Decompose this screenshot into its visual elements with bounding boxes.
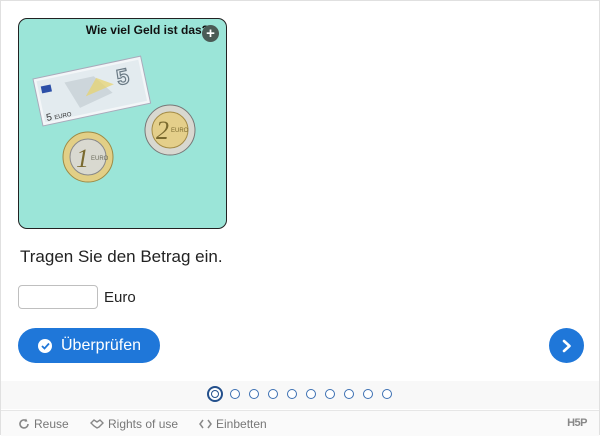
embed-label: Einbetten — [216, 417, 267, 431]
progress-dot-6[interactable] — [306, 389, 316, 399]
embed-link[interactable]: Einbetten — [199, 417, 267, 431]
progress-dot-10[interactable] — [382, 389, 392, 399]
coin-1-euro: 1 EURO — [62, 131, 114, 183]
progress-dot-8[interactable] — [344, 389, 354, 399]
next-button[interactable] — [549, 328, 584, 363]
progress-dot-7[interactable] — [325, 389, 335, 399]
h5p-logo[interactable]: H5P — [567, 417, 587, 429]
progress-dot-5[interactable] — [287, 389, 297, 399]
progress-dot-9[interactable] — [363, 389, 373, 399]
reuse-icon — [19, 418, 29, 429]
check-button[interactable]: Überprüfen — [18, 328, 160, 363]
chevron-right-icon — [562, 339, 571, 352]
rights-label: Rights of use — [108, 417, 179, 431]
progress-dot-3[interactable] — [249, 389, 259, 399]
task-instruction: Tragen Sie den Betrag ein. — [20, 247, 223, 266]
coin-2-euro: 2 EURO — [144, 104, 196, 156]
h5p-content-frame: Wie viel Geld ist das? + 5 5 EURO 2 EURO — [0, 0, 600, 436]
handshake-icon — [90, 419, 104, 429]
coin-1-value: 1 — [76, 144, 89, 173]
coin-2-currency: EURO — [171, 128, 189, 134]
check-icon — [38, 338, 52, 353]
progress-dot-4[interactable] — [268, 389, 278, 399]
unit-label: Euro — [104, 289, 136, 306]
rights-of-use-link[interactable]: Rights of use — [90, 417, 178, 431]
progress-dot-2[interactable] — [230, 389, 240, 399]
code-icon — [199, 419, 212, 429]
progress-dot-1[interactable] — [207, 386, 223, 402]
reuse-link[interactable]: Reuse — [18, 417, 69, 431]
footer-bar: Reuse Rights of use Einbetten H5P — [1, 410, 599, 436]
coin-2-value: 2 — [156, 116, 169, 145]
progress-dots — [1, 381, 599, 409]
image-card: Wie viel Geld ist das? + 5 5 EURO 2 EURO — [18, 18, 227, 229]
coin-1-currency: EURO — [91, 156, 109, 162]
check-button-label: Überprüfen — [61, 336, 142, 354]
banknote-image: 5 5 EURO 2 EURO 1 EURO — [32, 55, 196, 183]
reuse-label: Reuse — [34, 417, 69, 431]
amount-input[interactable] — [18, 285, 98, 309]
